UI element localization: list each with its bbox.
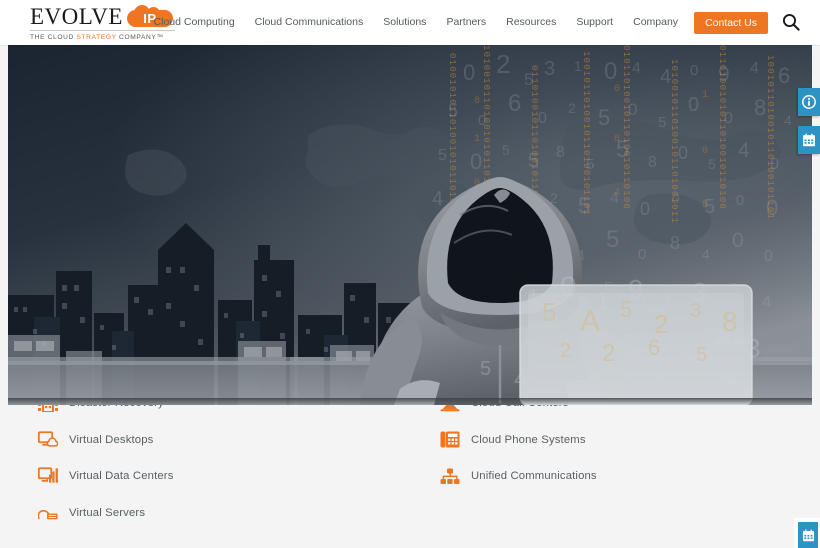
- svg-text:0: 0: [736, 192, 744, 209]
- unified-communications-icon: [440, 466, 460, 486]
- logo-wordmark: EVOLVE: [30, 3, 123, 29]
- svg-text:0: 0: [538, 110, 547, 127]
- svg-text:5: 5: [606, 226, 619, 253]
- svg-text:6: 6: [778, 63, 790, 88]
- svg-text:4: 4: [632, 60, 641, 77]
- svg-text:0101101001011010010110100: 0101101001011010010110100: [621, 45, 631, 210]
- svg-text:1001011010010110100101101: 1001011010010110100101101: [581, 51, 591, 216]
- svg-text:0: 0: [463, 60, 475, 85]
- svg-text:8: 8: [556, 144, 565, 161]
- svg-text:4: 4: [702, 246, 710, 262]
- nav-cloud-communications[interactable]: Cloud Communications: [245, 0, 374, 45]
- svg-text:0: 0: [690, 62, 698, 79]
- svg-text:4: 4: [762, 292, 771, 311]
- svg-text:0110100101011010010110100: 0110100101011010010110100: [717, 45, 727, 210]
- svg-text:1010010110100101101001011: 1010010110100101101001011: [669, 59, 679, 224]
- svg-text:0: 0: [640, 199, 650, 219]
- hero-image: 02 53 10 44 09 46 50 60 25 05 00 84 50 5…: [8, 45, 812, 405]
- nav-support[interactable]: Support: [566, 0, 623, 45]
- hero-banner: 02 53 10 44 09 46 50 60 25 05 00 84 50 5…: [8, 45, 812, 405]
- nav-solutions[interactable]: Solutions: [373, 0, 436, 45]
- hero-bottom-shadow: [8, 398, 812, 405]
- svg-text:0: 0: [732, 229, 744, 252]
- svg-text:5: 5: [702, 200, 708, 211]
- svg-text:1001011010010110100101101: 1001011010010110100101101: [765, 55, 775, 220]
- main-navigation: Cloud Computing Cloud Communications Sol…: [144, 0, 768, 45]
- nav-company[interactable]: Company: [623, 0, 688, 45]
- side-tab-calendar[interactable]: [798, 126, 820, 154]
- cloud-phone-systems-icon: [440, 430, 460, 450]
- megamenu-columns: Disaster Recovery Virtual Desktops: [8, 385, 812, 548]
- info-icon: [802, 95, 816, 109]
- nav-resources[interactable]: Resources: [496, 0, 566, 45]
- svg-text:3: 3: [544, 58, 555, 80]
- svg-text:0: 0: [764, 248, 773, 265]
- corner-tab-calendar[interactable]: [798, 522, 818, 548]
- contact-us-button[interactable]: Contact Us: [694, 11, 768, 34]
- calendar-icon: [803, 133, 815, 147]
- megamenu-item-label: Cloud Phone Systems: [471, 433, 586, 446]
- svg-text:0: 0: [702, 146, 708, 157]
- svg-text:8: 8: [474, 96, 480, 107]
- svg-text:0: 0: [604, 58, 617, 85]
- side-tab-group: [798, 88, 820, 164]
- svg-text:5: 5: [598, 105, 610, 130]
- svg-text:5: 5: [480, 358, 491, 380]
- svg-text:8: 8: [648, 154, 657, 171]
- calendar-icon: [802, 529, 814, 541]
- svg-text:5: 5: [502, 142, 510, 158]
- nav-partners[interactable]: Partners: [436, 0, 496, 45]
- nav-cloud-computing[interactable]: Cloud Computing: [144, 0, 245, 45]
- svg-text:0: 0: [688, 94, 699, 116]
- tagline-highlight: STRATEGY: [76, 34, 117, 41]
- search-icon[interactable]: [782, 13, 800, 31]
- svg-text:0100101011010010101101001: 0100101011010010101101001: [447, 53, 457, 218]
- svg-text:1: 1: [702, 90, 708, 101]
- svg-text:5: 5: [708, 156, 716, 172]
- svg-text:6: 6: [508, 90, 521, 117]
- svg-text:4: 4: [738, 139, 750, 162]
- svg-text:5: 5: [438, 147, 447, 164]
- megamenu-item-label: Unified Communications: [471, 470, 597, 483]
- svg-text:2: 2: [568, 100, 576, 116]
- side-tab-info[interactable]: [798, 88, 820, 116]
- svg-text:8: 8: [614, 134, 620, 145]
- svg-text:1: 1: [474, 134, 480, 145]
- svg-text:2: 2: [496, 49, 510, 79]
- svg-text:4: 4: [614, 188, 620, 199]
- page-root: Disaster Recovery Virtual Desktops: [0, 0, 820, 548]
- tagline-part1: THE CLOUD: [30, 34, 77, 41]
- svg-text:4: 4: [784, 112, 792, 128]
- site-header: EVOLVE IP THE CLOUD STRATEGY COMPANY™ Cl…: [0, 0, 820, 45]
- megamenu-column-cloud-communications: Cloud Call Centers: [20, 385, 597, 548]
- svg-text:8: 8: [670, 233, 680, 253]
- svg-text:5: 5: [658, 114, 666, 131]
- svg-text:0: 0: [638, 246, 646, 263]
- svg-text:4: 4: [432, 188, 443, 210]
- svg-text:0: 0: [614, 84, 620, 95]
- svg-text:0: 0: [678, 143, 688, 163]
- svg-text:4: 4: [750, 60, 759, 77]
